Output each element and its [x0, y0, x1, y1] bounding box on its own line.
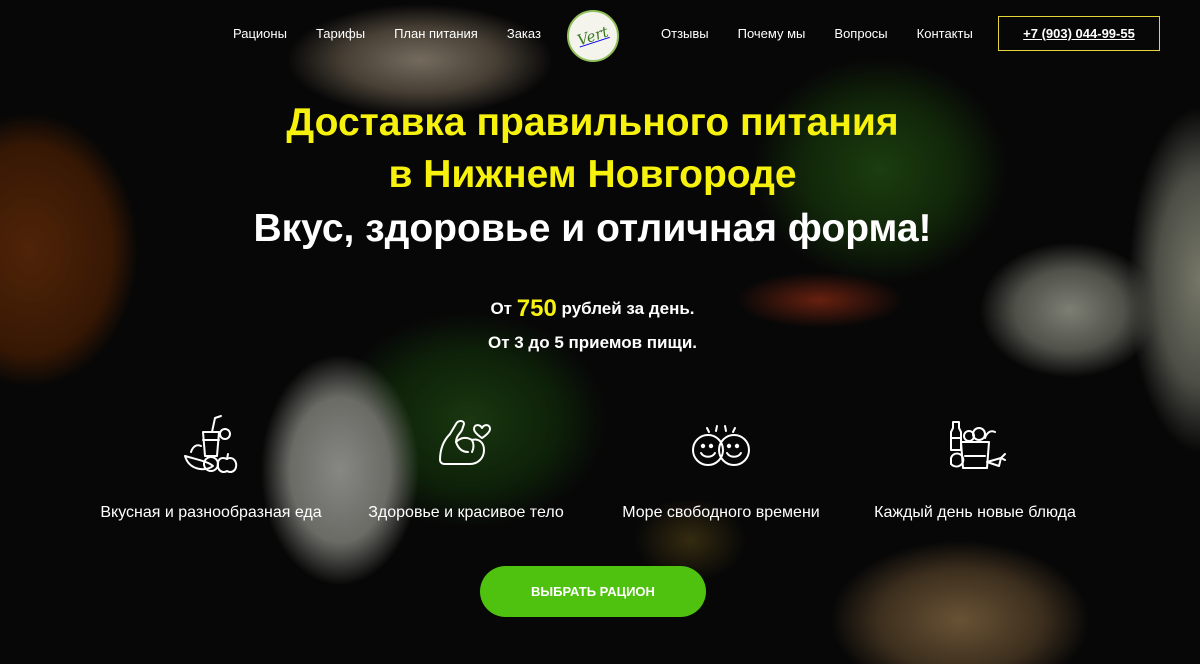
feature-label: Вкусная и разнообразная еда — [100, 504, 322, 521]
hero-title-line-1: Доставка правильного питания — [286, 101, 899, 144]
nav-item-tariffs[interactable]: Тарифы — [316, 26, 365, 41]
feature-label: Море свободного времени — [622, 504, 820, 521]
site-logo[interactable]: Vert — [567, 10, 619, 62]
hero-section: Рационы Тарифы План питания Заказ Vert О… — [0, 0, 1200, 664]
smiley-faces-icon — [692, 425, 750, 466]
nav-item-faq[interactable]: Вопросы — [834, 26, 887, 41]
nav-item-meal-plan[interactable]: План питания — [394, 26, 478, 41]
healthy-food-icon — [184, 415, 238, 473]
main-nav-left: Рационы Тарифы План питания Заказ — [233, 26, 541, 41]
feature-new-dishes: Каждый день новые блюда — [845, 412, 1105, 522]
price-suffix: рублей за день. — [561, 299, 695, 318]
grocery-bag-icon — [950, 421, 1006, 469]
phone-button[interactable]: +7 (903) 044-99-55 — [998, 16, 1160, 51]
feature-health-body: Здоровье и красивое тело — [336, 412, 596, 522]
feature-free-time: Море свободного времени — [591, 412, 851, 522]
muscle-heart-icon — [439, 420, 491, 465]
hero-title-line-2: в Нижнем Новгороде — [388, 153, 797, 196]
choose-ration-button[interactable]: ВЫБРАТЬ РАЦИОН — [480, 566, 706, 617]
nav-item-contacts[interactable]: Контакты — [917, 26, 973, 41]
main-nav-right: Отзывы Почему мы Вопросы Контакты — [661, 26, 973, 41]
feature-label: Каждый день новые блюда — [874, 504, 1076, 521]
meals-count-text: От 3 до 5 приемов пищи. — [487, 333, 697, 352]
feature-label: Здоровье и красивое тело — [368, 504, 564, 521]
hero-subtitle: Вкус, здоровье и отличная форма! — [253, 207, 932, 250]
logo-text: Vert — [575, 22, 611, 50]
nav-item-why-us[interactable]: Почему мы — [738, 26, 806, 41]
nav-item-rations[interactable]: Рационы — [233, 26, 287, 41]
price-line: От 750 рублей за день. — [0, 295, 1185, 323]
price-prefix: От — [490, 299, 513, 318]
nav-item-reviews[interactable]: Отзывы — [661, 26, 709, 41]
nav-item-order[interactable]: Заказ — [507, 26, 541, 41]
feature-tasty-food: Вкусная и разнообразная еда — [81, 412, 341, 522]
price-value: 750 — [516, 295, 557, 322]
